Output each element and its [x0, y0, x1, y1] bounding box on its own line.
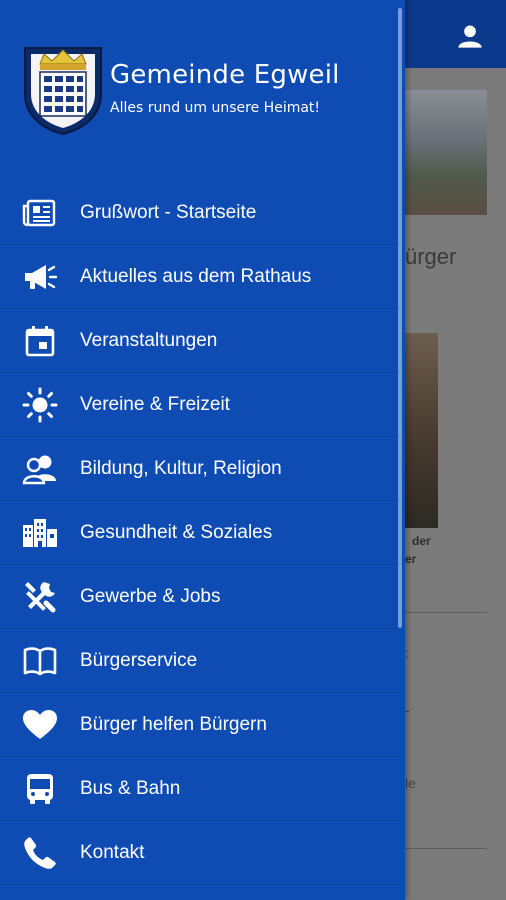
buildings-icon: [23, 518, 57, 547]
sun-icon: [22, 387, 58, 422]
menu-item-kontakt[interactable]: Kontakt: [0, 821, 400, 885]
menu-item-label: Veranstaltungen: [80, 329, 218, 351]
menu-item-buerger-helfen[interactable]: Bürger helfen Bürgern: [0, 693, 400, 757]
menu-item-bus-bahn[interactable]: Bus & Bahn: [0, 757, 400, 821]
menu-item-label: Bus & Bahn: [80, 777, 181, 799]
app-subtitle: Alles rund um unsere Heimat!: [110, 100, 321, 116]
menu-item-grusswort[interactable]: Grußwort - Startseite: [0, 181, 400, 245]
menu-item-label: Gewerbe & Jobs: [80, 585, 221, 607]
section-heading-fragment: ürger: [405, 244, 457, 269]
menu-item-bildung[interactable]: Bildung, Kultur, Religion: [0, 437, 400, 501]
drawer-menu: Grußwort - Startseite Aktuelles aus dem …: [0, 181, 400, 885]
navigation-drawer: Gemeinde Egweil Alles rund um unsere Hei…: [0, 0, 405, 900]
portrait-caption-line1: der: [412, 534, 431, 548]
mayor-portrait: [405, 333, 438, 528]
coat-of-arms-logo: [24, 47, 102, 136]
menu-item-label: Bürger helfen Bürgern: [80, 713, 267, 735]
calendar-icon: [25, 325, 55, 356]
divider: [405, 848, 487, 849]
text-fragment: :: [405, 645, 409, 661]
divider: [405, 612, 487, 613]
menu-item-label: Vereine & Freizeit: [80, 393, 230, 415]
tools-icon: [25, 581, 56, 612]
text-fragment: le: [405, 775, 416, 791]
user-icon[interactable]: [456, 22, 484, 50]
drawer-header: Gemeinde Egweil Alles rund um unsere Hei…: [0, 0, 405, 180]
menu-item-label: Grußwort - Startseite: [80, 201, 257, 223]
header-photo: [405, 90, 487, 215]
menu-item-buergerservice[interactable]: Bürgerservice: [0, 629, 400, 693]
menu-item-veranstaltungen[interactable]: Veranstaltungen: [0, 309, 400, 373]
book-icon: [23, 646, 57, 675]
menu-item-gesundheit[interactable]: Gesundheit & Soziales: [0, 501, 400, 565]
menu-item-vereine[interactable]: Vereine & Freizeit: [0, 373, 400, 437]
menu-item-aktuelles[interactable]: Aktuelles aus dem Rathaus: [0, 245, 400, 309]
menu-item-gewerbe[interactable]: Gewerbe & Jobs: [0, 565, 400, 629]
phone-icon: [24, 836, 56, 869]
bus-icon: [27, 773, 53, 804]
menu-item-label: Kontakt: [80, 841, 145, 863]
menu-item-label: Bürgerservice: [80, 649, 198, 671]
text-fragment: -: [405, 702, 410, 718]
people-icon: [22, 455, 56, 484]
app-title: Gemeinde Egweil: [110, 60, 340, 90]
megaphone-icon: [25, 264, 58, 289]
menu-item-label: Bildung, Kultur, Religion: [80, 457, 282, 479]
newspaper-icon: [22, 199, 56, 226]
heart-icon: [23, 709, 57, 739]
menu-item-label: Aktuelles aus dem Rathaus: [80, 265, 312, 287]
menu-item-label: Gesundheit & Soziales: [80, 521, 273, 543]
portrait-caption-line2: er: [405, 552, 417, 566]
